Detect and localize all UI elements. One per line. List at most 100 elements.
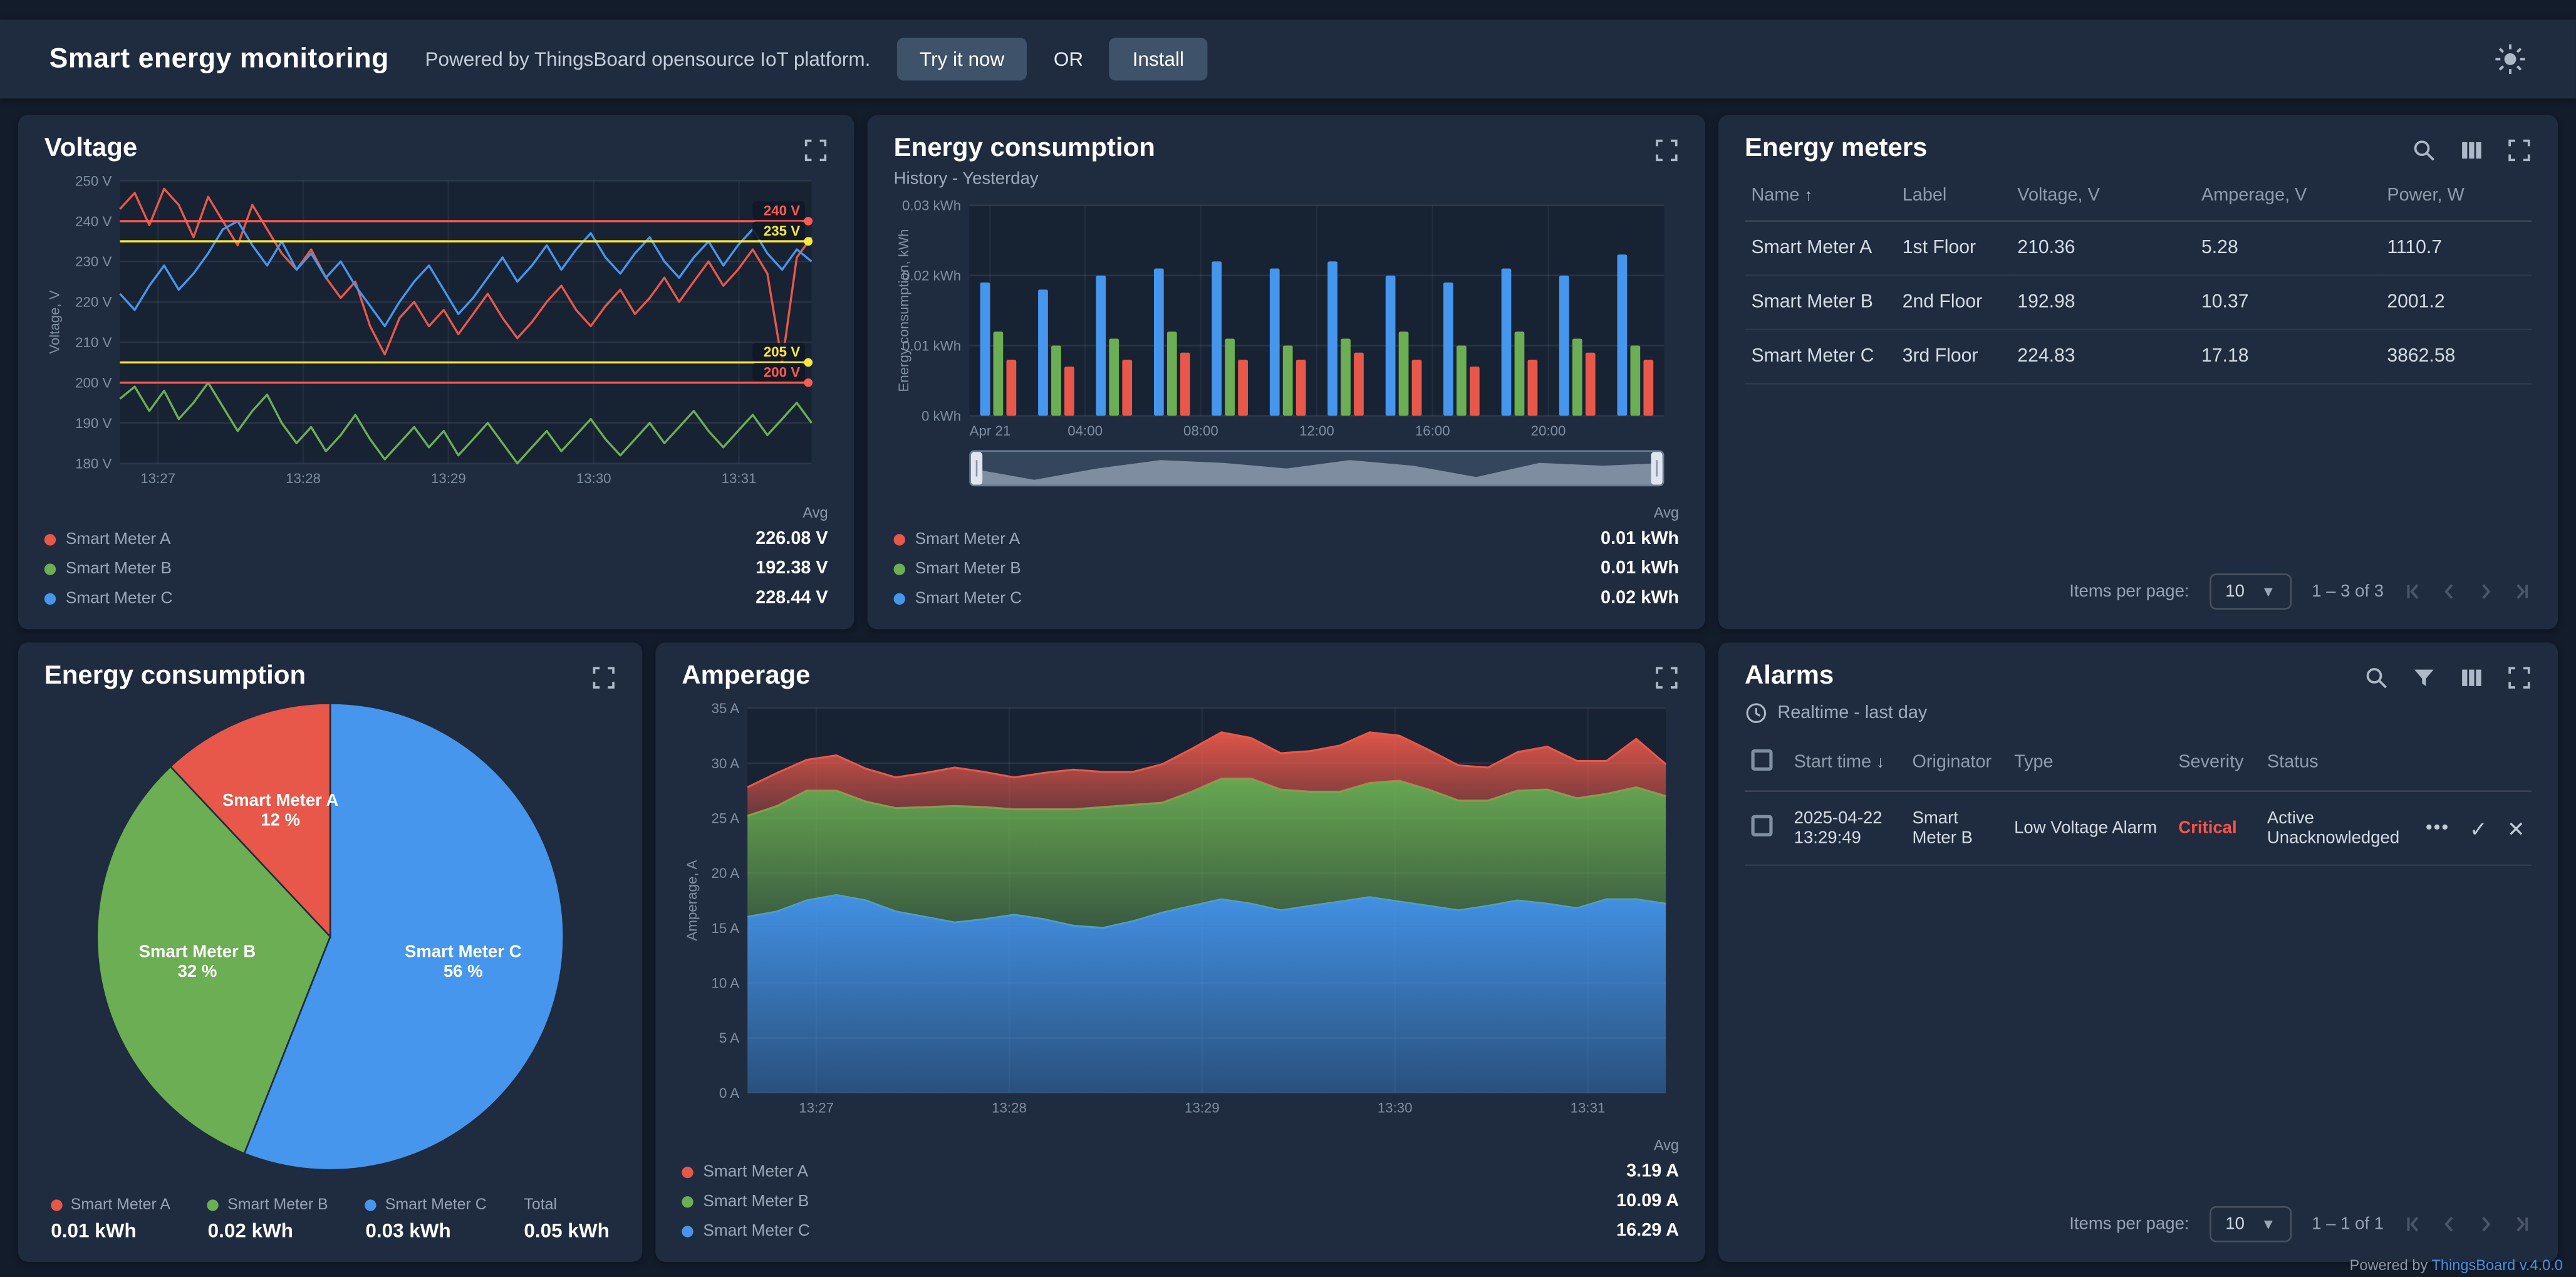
filter-icon[interactable] — [2412, 665, 2436, 690]
fullscreen-icon[interactable] — [803, 138, 828, 162]
table-pagination: Items per page: 10▼ 1 – 3 of 3 — [1745, 560, 2532, 613]
cell-voltage: 224.83 — [2011, 330, 2195, 384]
card-title: Amperage — [682, 662, 810, 692]
range-handle-right[interactable] — [1651, 452, 1663, 484]
previous-page-button[interactable] — [2439, 1214, 2459, 1234]
column-originator[interactable]: Originator — [1906, 734, 2008, 791]
legend-item-meter-c[interactable]: Smart Meter C16.29 A — [682, 1216, 1679, 1246]
svg-text:230 V: 230 V — [75, 254, 112, 269]
svg-text:190 V: 190 V — [75, 415, 112, 431]
legend-item-meter-b[interactable]: Smart Meter B10.09 A — [682, 1186, 1679, 1216]
energy-consumption-history-card: Energy consumption History - Yesterday 0… — [868, 115, 1705, 630]
svg-text:240 V: 240 V — [75, 214, 112, 229]
legend-item-meter-b[interactable]: Smart Meter B0.01 kWh — [894, 554, 1680, 583]
columns-icon[interactable] — [2459, 665, 2484, 690]
svg-text:0.03 kWh: 0.03 kWh — [902, 198, 961, 214]
amperage-card: Amperage 35 A30 A25 A20 A15 A10 A5 A0 A1… — [655, 642, 1705, 1262]
energy-pie-chart[interactable]: Smart Meter C56 %Smart Meter B32 %Smart … — [44, 699, 616, 1175]
legend-item-meter-a[interactable]: Smart Meter A 0.01 kWh — [51, 1196, 170, 1242]
time-range-scrollbar[interactable] — [969, 451, 1664, 487]
select-all-checkbox[interactable] — [1751, 749, 1772, 771]
fullscreen-icon[interactable] — [1654, 665, 1679, 690]
legend-item-meter-a[interactable]: Smart Meter A3.19 A — [682, 1157, 1679, 1186]
svg-text:200 V: 200 V — [75, 375, 112, 391]
svg-text:16:00: 16:00 — [1415, 423, 1450, 439]
legend-value: 0.02 kWh — [208, 1219, 328, 1243]
svg-text:30 A: 30 A — [711, 756, 739, 771]
next-page-button[interactable] — [2476, 581, 2495, 601]
cell-name: Smart Meter A — [1745, 221, 1896, 276]
legend-item-meter-c[interactable]: Smart Meter C 0.02 kWh — [894, 583, 1680, 613]
dashboard: Smart energy monitoring Powered by Thing… — [0, 0, 2576, 1277]
dashboard-subtitle: Powered by ThingsBoard opensource IoT pl… — [425, 48, 871, 71]
items-per-page-select[interactable]: 10▼ — [2209, 1206, 2292, 1243]
column-status[interactable]: Status — [2260, 734, 2408, 791]
fullscreen-icon[interactable] — [1654, 138, 1679, 162]
legend-value: 0.02 kWh — [1601, 588, 1679, 608]
column-severity[interactable]: Severity — [2172, 734, 2261, 791]
column-voltage[interactable]: Voltage, V — [2011, 171, 2195, 221]
table-pagination: Items per page: 10▼ 1 – 1 of 1 — [1745, 1193, 2532, 1246]
column-label[interactable]: Label — [1896, 171, 2011, 221]
acknowledge-button[interactable]: ✓ — [2470, 818, 2488, 839]
legend-item-meter-a[interactable]: Smart Meter A226.08 V — [44, 524, 828, 554]
svg-text:240 V: 240 V — [764, 203, 800, 219]
table-row[interactable]: Smart Meter B 2nd Floor 192.98 10.37 200… — [1745, 275, 2532, 330]
legend-value: 10.09 A — [1616, 1191, 1679, 1211]
next-page-button[interactable] — [2476, 1214, 2495, 1234]
svg-text:13:29: 13:29 — [1185, 1100, 1220, 1115]
legend-item-meter-c[interactable]: Smart Meter C228.44 V — [44, 583, 828, 613]
svg-text:13:27: 13:27 — [799, 1100, 834, 1115]
previous-page-button[interactable] — [2439, 581, 2459, 601]
items-per-page-select[interactable]: 10▼ — [2209, 573, 2292, 610]
series-color-dot — [894, 563, 905, 574]
legend-aggregation-label: Avg — [682, 1135, 1679, 1157]
svg-text:13:28: 13:28 — [286, 471, 321, 486]
svg-text:13:27: 13:27 — [140, 471, 175, 486]
dashboard-title: Smart energy monitoring — [49, 43, 389, 75]
amperage-legend: Avg Smart Meter A3.19 A Smart Meter B10.… — [682, 1132, 1679, 1246]
try-it-now-button[interactable]: Try it now — [896, 38, 1027, 80]
column-amperage[interactable]: Amperage, V — [2195, 171, 2381, 221]
fullscreen-icon[interactable] — [2507, 665, 2532, 690]
column-type[interactable]: Type — [2008, 734, 2172, 791]
legend-item-meter-b[interactable]: Smart Meter B 0.02 kWh — [208, 1196, 328, 1242]
table-header-row: Start time↓ Originator Type Severity Sta… — [1745, 734, 2532, 791]
range-handle-left[interactable] — [971, 452, 982, 484]
legend-item-meter-c[interactable]: Smart Meter C 0.03 kWh — [365, 1196, 486, 1242]
table-row[interactable]: Smart Meter C 3rd Floor 224.83 17.18 386… — [1745, 330, 2532, 384]
series-color-dot — [208, 1199, 219, 1211]
svg-text:13:28: 13:28 — [992, 1100, 1027, 1115]
last-page-button[interactable] — [2512, 581, 2532, 601]
legend-item-meter-b[interactable]: Smart Meter B192.38 V — [44, 554, 828, 583]
column-start-time[interactable]: Start time↓ — [1787, 734, 1906, 791]
fullscreen-icon[interactable] — [591, 665, 616, 690]
more-actions-button[interactable]: ••• — [2426, 819, 2449, 837]
columns-icon[interactable] — [2459, 138, 2484, 162]
first-page-button[interactable] — [2404, 581, 2423, 601]
voltage-legend: Avg Smart Meter A226.08 V Smart Meter B1… — [44, 499, 828, 613]
install-button[interactable]: Install — [1109, 38, 1207, 80]
row-checkbox[interactable] — [1751, 815, 1772, 837]
first-page-button[interactable] — [2404, 1214, 2423, 1234]
legend-item-meter-a[interactable]: Smart Meter A0.01 kWh — [894, 524, 1680, 554]
thingsboard-version-link[interactable]: ThingsBoard v.4.0.0 — [2431, 1257, 2563, 1273]
last-page-button[interactable] — [2512, 1214, 2532, 1234]
alarm-row[interactable]: 2025-04-22 13:29:49 Smart Meter B Low Vo… — [1745, 791, 2532, 865]
alarms-timewindow[interactable]: Realtime - last day — [1745, 699, 2532, 735]
legend-name: Smart Meter C — [915, 589, 1022, 607]
voltage-line-chart[interactable]: 250 V240 V230 V220 V210 V200 V190 V180 V… — [44, 171, 828, 490]
column-name[interactable]: Name↑ — [1745, 171, 1896, 221]
theme-toggle-sun-icon[interactable] — [2494, 43, 2527, 75]
clear-alarm-button[interactable]: ✕ — [2507, 818, 2525, 839]
cell-label: 3rd Floor — [1896, 330, 2011, 384]
svg-text:13:31: 13:31 — [722, 471, 757, 486]
energy-consumption-pie-card: Energy consumption Smart Meter C56 %Smar… — [18, 642, 643, 1262]
energy-bar-chart[interactable]: 0.03 kWh0.02 kWh0.01 kWh0 kWhApr 2104:00… — [894, 195, 1678, 442]
column-power[interactable]: Power, W — [2381, 171, 2532, 221]
table-row[interactable]: Smart Meter A 1st Floor 210.36 5.28 1110… — [1745, 221, 2532, 276]
search-icon[interactable] — [2412, 138, 2436, 162]
fullscreen-icon[interactable] — [2507, 138, 2532, 162]
search-icon[interactable] — [2364, 665, 2389, 690]
amperage-area-chart[interactable]: 35 A30 A25 A20 A15 A10 A5 A0 A13:2713:28… — [682, 699, 1679, 1123]
